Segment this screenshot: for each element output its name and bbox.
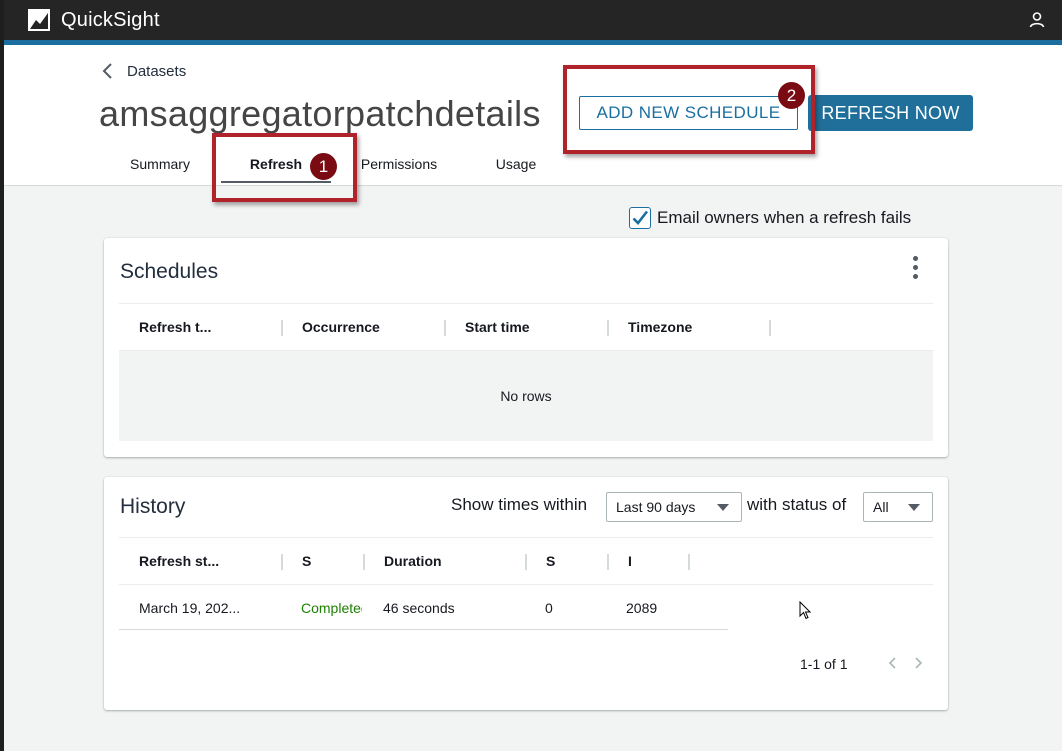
- schedules-table-header: Refresh t... Occurrence Start time Timez…: [119, 303, 933, 351]
- tab-summary[interactable]: Summary: [110, 148, 210, 184]
- refresh-start-cell: March 19, 202...: [139, 600, 241, 616]
- checkmark-icon: [632, 210, 649, 225]
- column-header-skipped[interactable]: S: [526, 538, 607, 584]
- email-owners-option: Email owners when a refresh fails: [629, 207, 911, 229]
- status-filter-value: All: [873, 499, 889, 515]
- more-options-icon[interactable]: [910, 256, 920, 286]
- column-resizer: [688, 554, 690, 570]
- schedules-empty-state: No rows: [119, 351, 933, 441]
- email-owners-label: Email owners when a refresh fails: [657, 208, 912, 227]
- duration-cell: 46 seconds: [383, 600, 455, 616]
- breadcrumb-datasets[interactable]: Datasets: [101, 62, 186, 80]
- history-table-header: Refresh st... S Duration S I: [119, 537, 933, 585]
- ingested-cell: 2089: [626, 600, 658, 616]
- chevron-down-icon: [908, 504, 920, 511]
- time-range-select[interactable]: Last 90 days: [606, 492, 742, 522]
- background-window-strip: [0, 0, 4, 751]
- app-name: QuickSight: [61, 8, 160, 31]
- column-header-start-time[interactable]: Start time: [445, 304, 607, 350]
- time-range-value: Last 90 days: [616, 499, 696, 515]
- chevron-down-icon: [717, 504, 729, 511]
- history-card: History Show times within Last 90 days w…: [104, 477, 948, 710]
- tab-permissions[interactable]: Permissions: [349, 148, 449, 184]
- show-times-label: Show times within: [451, 495, 588, 514]
- breadcrumb-label: Datasets: [127, 62, 187, 80]
- top-nav-bar: QuickSight: [0, 0, 1062, 40]
- pagination-info: 1-1 of 1: [800, 656, 848, 672]
- column-header-ingested[interactable]: I: [608, 538, 689, 584]
- refresh-now-button[interactable]: REFRESH NOW: [808, 95, 973, 131]
- chevron-left-icon: [102, 63, 112, 79]
- quicksight-logo-icon: [28, 9, 50, 31]
- column-header-timezone[interactable]: Timezone: [608, 304, 770, 350]
- annotation-highlight-add-schedule: [563, 65, 815, 154]
- row-divider: [119, 629, 728, 630]
- schedules-card: Schedules Refresh t... Occurrence Start …: [104, 238, 948, 457]
- status-filter-select[interactable]: All: [863, 492, 933, 522]
- history-title: History: [120, 495, 186, 518]
- column-header-duration[interactable]: Duration: [364, 538, 526, 584]
- annotation-badge-2: 2: [778, 82, 805, 109]
- column-header-occurrence[interactable]: Occurrence: [282, 304, 444, 350]
- chevron-right-icon[interactable]: [913, 657, 923, 669]
- user-icon[interactable]: [1028, 11, 1046, 29]
- status-cell: Completed: [301, 600, 362, 616]
- email-owners-checkbox[interactable]: [629, 207, 651, 229]
- column-header-refresh-type[interactable]: Refresh t...: [119, 304, 281, 350]
- tab-usage[interactable]: Usage: [466, 148, 566, 184]
- column-header-refresh-start[interactable]: Refresh st...: [119, 538, 281, 584]
- skipped-cell: 0: [545, 600, 553, 616]
- annotation-badge-1: 1: [310, 153, 337, 180]
- chevron-left-icon[interactable]: [888, 657, 898, 669]
- schedules-title: Schedules: [120, 260, 219, 283]
- status-filter-label: with status of: [747, 495, 847, 514]
- column-resizer: [769, 320, 771, 336]
- column-header-status[interactable]: S: [282, 538, 363, 584]
- page-title: amsaggregatorpatchdetails: [99, 93, 541, 134]
- mouse-pointer-icon: [799, 601, 811, 620]
